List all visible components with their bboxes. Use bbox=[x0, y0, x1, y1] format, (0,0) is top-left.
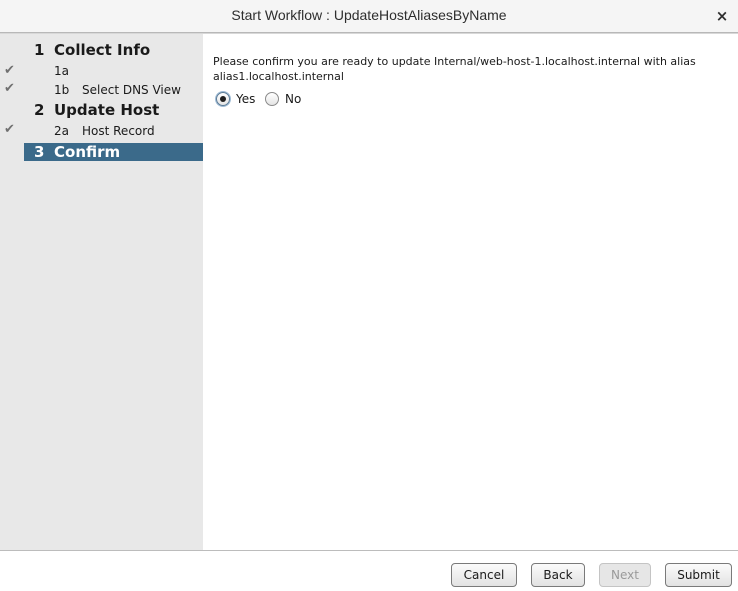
step-select-dns-view: 1b Select DNS View bbox=[24, 81, 203, 99]
step-number: 1a bbox=[54, 64, 69, 78]
check-icon: ✔ bbox=[4, 122, 15, 137]
footer-divider bbox=[0, 550, 738, 551]
check-icon: ✔ bbox=[4, 81, 15, 96]
step-confirm: 3 Confirm bbox=[24, 143, 203, 161]
close-icon[interactable]: × bbox=[712, 6, 732, 26]
title-bar: Start Workflow : UpdateHostAliasesByName… bbox=[0, 0, 738, 33]
step-label: Confirm bbox=[54, 143, 121, 161]
confirm-panel: Please confirm you are ready to update I… bbox=[203, 34, 738, 550]
step-number: 2a bbox=[54, 124, 69, 138]
radio-no-label: No bbox=[285, 92, 302, 106]
cancel-button[interactable]: Cancel bbox=[451, 563, 517, 587]
step-number: 1b bbox=[54, 83, 70, 97]
wizard-steps-sidebar: 1 Collect Info ✔ 1a ✔ 1b Select DNS View… bbox=[0, 34, 203, 550]
step-collect-info: 1 Collect Info bbox=[24, 41, 203, 59]
step-host-record: 2a Host Record bbox=[24, 122, 203, 140]
step-update-host: 2 Update Host bbox=[24, 101, 203, 119]
confirm-message: Please confirm you are ready to update I… bbox=[213, 55, 696, 83]
window-title: Start Workflow : UpdateHostAliasesByName bbox=[231, 7, 507, 23]
step-1a: 1a bbox=[24, 62, 203, 80]
radio-yes-indicator[interactable] bbox=[216, 92, 230, 106]
step-label: Collect Info bbox=[54, 41, 151, 59]
radio-yes-label: Yes bbox=[236, 92, 256, 106]
back-button[interactable]: Back bbox=[531, 563, 585, 587]
step-number: 3 bbox=[34, 143, 45, 161]
radio-no-indicator[interactable] bbox=[265, 92, 279, 106]
submit-button[interactable]: Submit bbox=[665, 563, 732, 587]
step-number: 2 bbox=[34, 101, 45, 119]
step-label: Update Host bbox=[54, 101, 160, 119]
step-number: 1 bbox=[34, 41, 45, 59]
step-label: Select DNS View bbox=[82, 83, 181, 97]
step-label: Host Record bbox=[82, 124, 155, 138]
check-icon: ✔ bbox=[4, 63, 15, 78]
next-button[interactable]: Next bbox=[599, 563, 651, 587]
